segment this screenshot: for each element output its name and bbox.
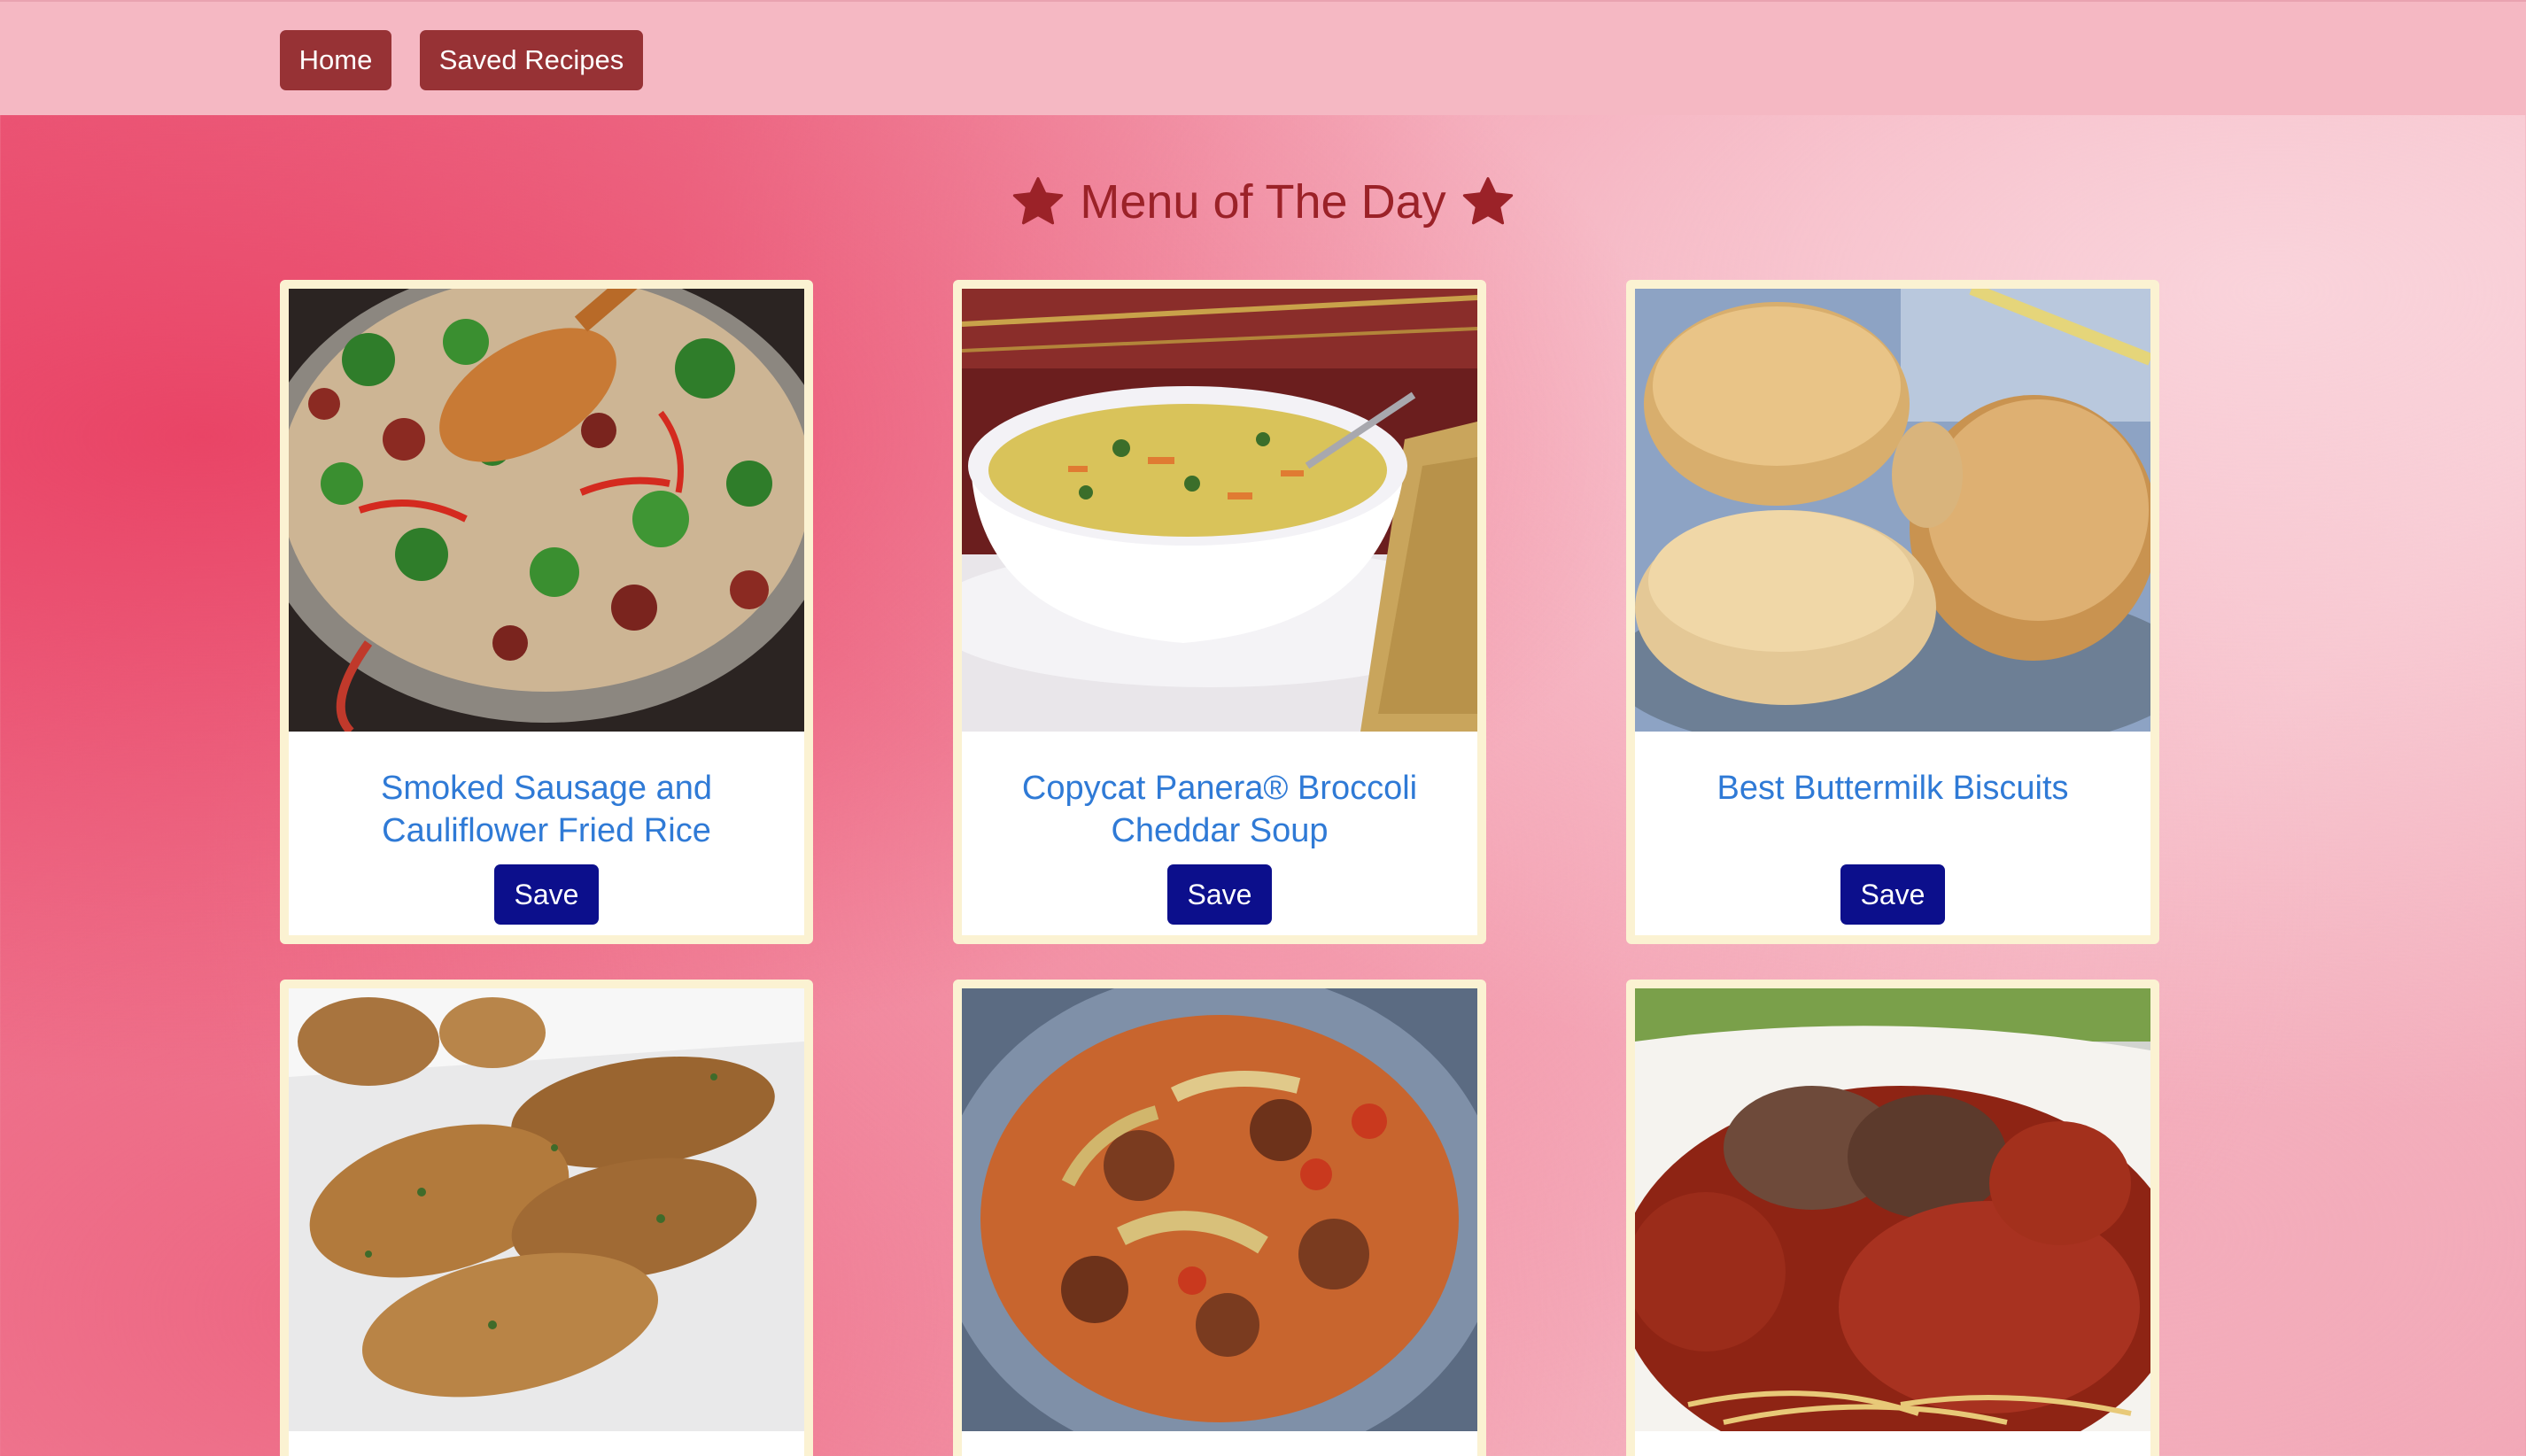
recipe-card [280,980,813,1456]
recipe-photo[interactable] [289,988,804,1431]
save-button[interactable]: Save [1167,864,1272,925]
top-navbar: Home Saved Recipes [0,0,2526,115]
recipe-photo[interactable] [1635,289,2150,732]
recipe-photo[interactable] [1635,988,2150,1431]
recipe-card: Copycat Panera® Broccoli Cheddar Soup Sa… [953,280,1486,944]
save-button[interactable]: Save [494,864,599,925]
sausage-cauliflower-fried-rice-photo [289,289,804,732]
recipe-photo[interactable] [962,289,1477,732]
recipe-title-link[interactable]: Best Buttermilk Biscuits [1635,732,2150,852]
page-title: Menu of The Day [1080,175,1446,228]
cabbage-beef-casserole-photo [962,988,1477,1431]
recipe-card [1626,980,2159,1456]
save-button[interactable]: Save [1840,864,1945,925]
spaghetti-meatballs-photo [1635,988,2150,1431]
recipe-card: Best Buttermilk Biscuits Save [1626,280,2159,944]
home-button[interactable]: Home [280,30,391,90]
star-icon [1013,177,1064,225]
recipe-photo[interactable] [962,988,1477,1431]
page-heading: Menu of The Day [0,167,2526,237]
fried-chicken-wings-photo [289,988,804,1431]
recipe-title-link[interactable]: Smoked Sausage and Cauliflower Fried Ric… [289,732,804,852]
recipe-photo[interactable] [289,289,804,732]
broccoli-cheddar-soup-photo [962,289,1477,732]
recipe-card [953,980,1486,1456]
recipe-title-link[interactable]: Copycat Panera® Broccoli Cheddar Soup [962,732,1477,852]
buttermilk-biscuits-photo [1635,289,2150,732]
saved-recipes-button[interactable]: Saved Recipes [420,30,643,90]
star-icon [1462,177,1513,225]
recipe-card: Smoked Sausage and Cauliflower Fried Ric… [280,280,813,944]
